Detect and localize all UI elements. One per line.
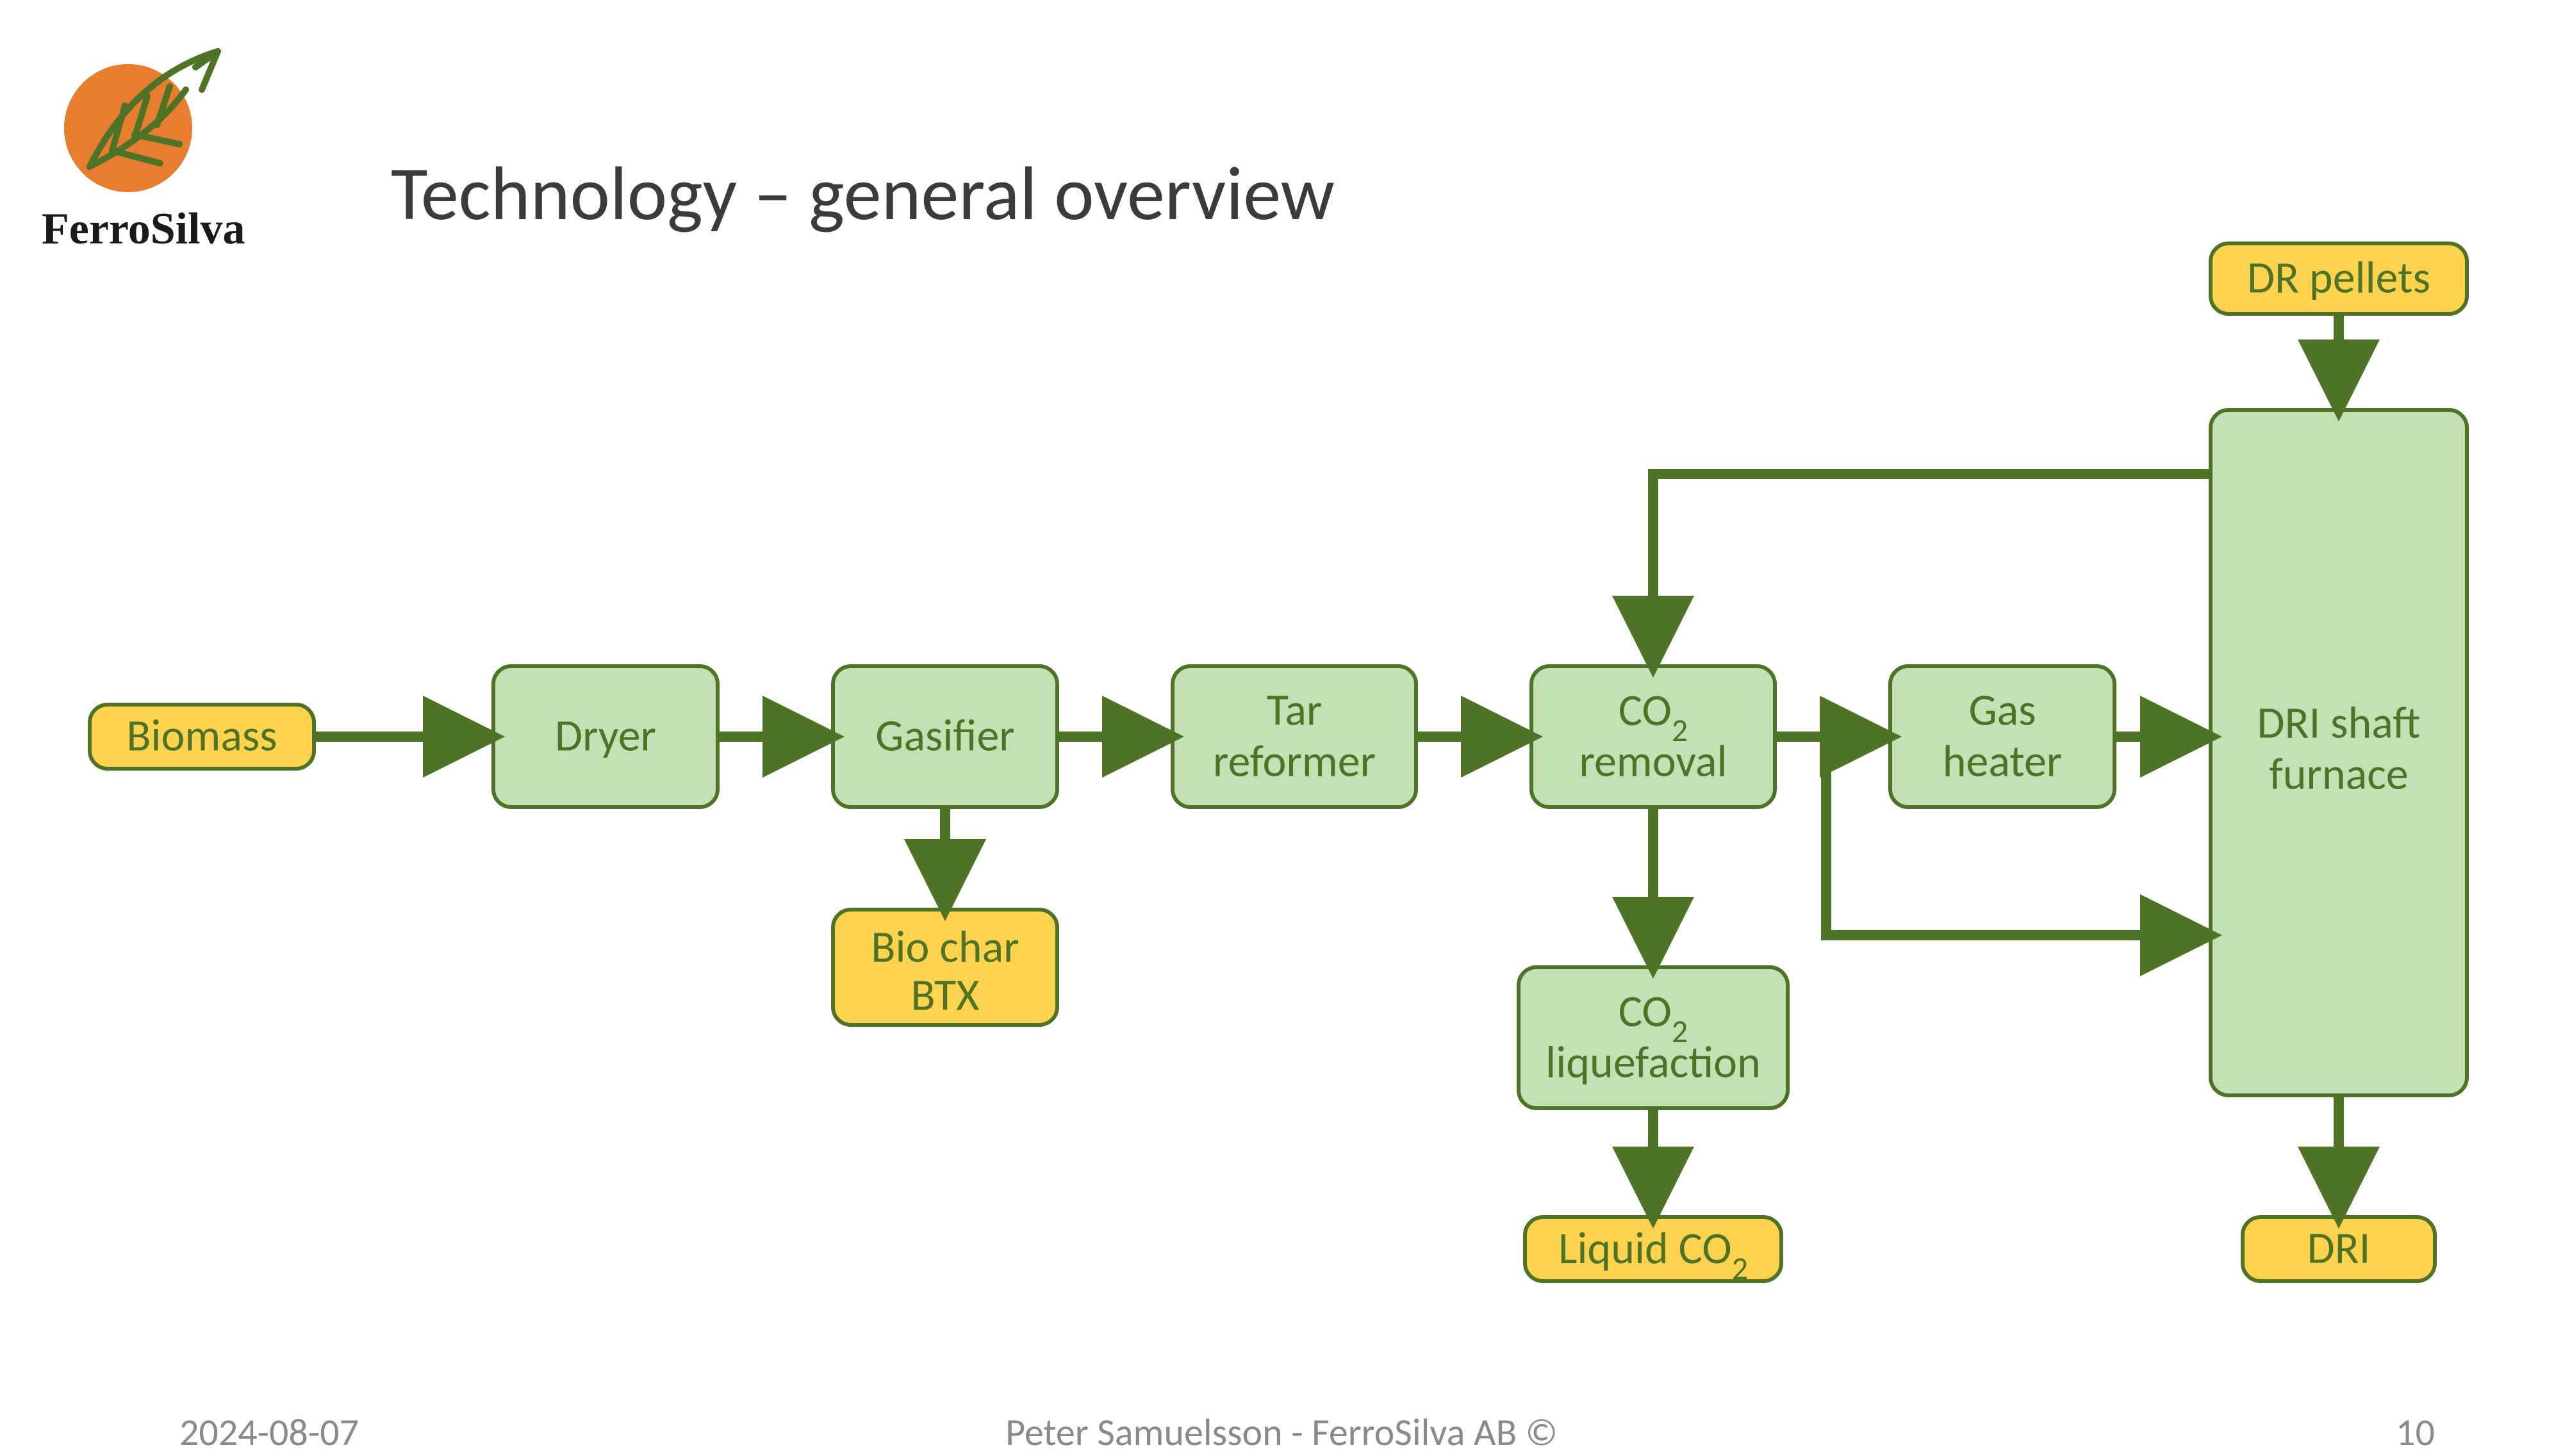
svg-text:furnace: furnace (2269, 746, 2408, 801)
svg-text:removal: removal (1579, 733, 1727, 789)
svg-text:BTX: BTX (911, 967, 980, 1022)
svg-text:Bio char: Bio char (871, 919, 1019, 974)
svg-text:Tar: Tar (1267, 682, 1323, 737)
footer-date: 2024-08-07 (179, 1409, 359, 1456)
svg-text:Dryer: Dryer (555, 708, 656, 763)
svg-text:DRI: DRI (2307, 1220, 2371, 1275)
footer-page-number: 10 (2396, 1409, 2435, 1456)
svg-text:reformer: reformer (1213, 733, 1376, 789)
svg-text:Biomass: Biomass (126, 708, 277, 763)
footer-author: Peter Samuelsson - FerroSilva AB © (1005, 1409, 1558, 1456)
svg-text:Gas: Gas (1968, 682, 2036, 737)
process-flow-diagram: Biomass Dryer Gasifier Bio char BTX Tar … (0, 0, 2563, 1441)
svg-text:heater: heater (1943, 733, 2062, 789)
svg-text:DRI shaft: DRI shaft (2257, 695, 2421, 750)
svg-text:liquefaction: liquefaction (1545, 1035, 1761, 1090)
svg-text:Gasifier: Gasifier (875, 708, 1014, 763)
svg-text:DR pellets: DR pellets (2247, 250, 2430, 305)
